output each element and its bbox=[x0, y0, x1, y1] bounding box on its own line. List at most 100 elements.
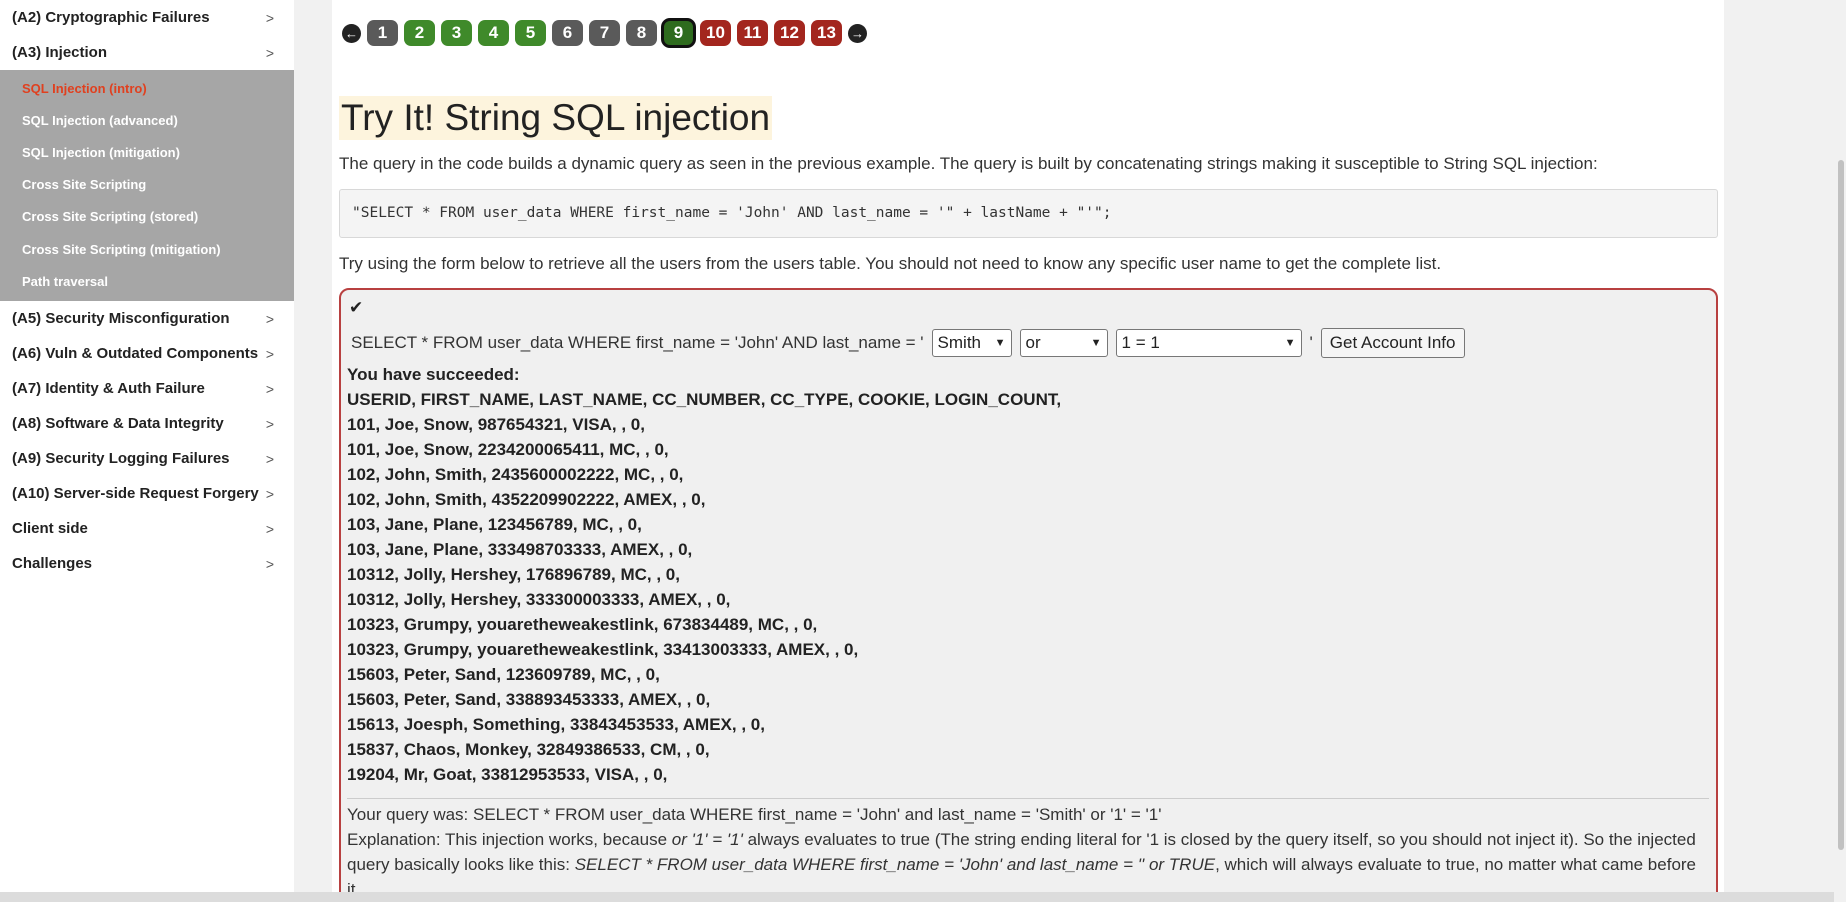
chevron-right-icon: > bbox=[265, 310, 274, 327]
chevron-down-icon: ▼ bbox=[1090, 337, 1102, 349]
page-button-7[interactable]: 7 bbox=[589, 20, 620, 46]
explanation-text: Explanation: This injection works, becau… bbox=[347, 830, 1697, 892]
result-row: 15603, Peter, Sand, 123609789, MC, , 0, bbox=[347, 665, 660, 684]
page-button-2[interactable]: 2 bbox=[404, 20, 435, 46]
result-row: 19204, Mr, Goat, 33812953533, VISA, , 0, bbox=[347, 765, 668, 784]
sidebar-item-sql-injection-advanced[interactable]: SQL Injection (advanced) bbox=[0, 104, 294, 136]
chevron-right-icon: > bbox=[265, 485, 274, 502]
query-prefix-text: SELECT * FROM user_data WHERE first_name… bbox=[351, 333, 924, 352]
chevron-right-icon: > bbox=[265, 380, 274, 397]
chevron-right-icon: > bbox=[265, 555, 274, 572]
page-button-4[interactable]: 4 bbox=[478, 20, 509, 46]
page-button-1[interactable]: 1 bbox=[367, 20, 398, 46]
sidebar-category-label: (A8) Software & Data Integrity bbox=[12, 415, 224, 433]
result-row: 102, John, Smith, 4352209902222, AMEX, ,… bbox=[347, 490, 706, 509]
page-button-3[interactable]: 3 bbox=[441, 20, 472, 46]
sidebar-category-a7-identity-auth-failure[interactable]: (A7) Identity & Auth Failure > bbox=[0, 371, 294, 406]
result-row: 101, Joe, Snow, 987654321, VISA, , 0, bbox=[347, 415, 645, 434]
result-row: 10323, Grumpy, youaretheweakestlink, 334… bbox=[347, 640, 859, 659]
sidebar-item-cross-site-scripting-mitigation[interactable]: Cross Site Scripting (mitigation) bbox=[0, 233, 294, 265]
condition-select[interactable]: 1 = 1 ▼ bbox=[1115, 329, 1302, 357]
page-button-12[interactable]: 12 bbox=[774, 20, 805, 46]
query-feedback: Your query was: SELECT * FROM user_data … bbox=[347, 802, 1707, 892]
operator-select[interactable]: or ▼ bbox=[1019, 329, 1108, 357]
result-row: 15613, Joesph, Something, 33843453533, A… bbox=[347, 715, 765, 734]
sidebar-category-label: Client side bbox=[12, 520, 88, 538]
attack-form-container: ✔ SELECT * FROM user_data WHERE first_na… bbox=[339, 288, 1718, 892]
horizontal-scrollbar[interactable] bbox=[0, 892, 1834, 902]
content-gutter-right bbox=[1724, 0, 1846, 902]
sidebar-category-label: (A7) Identity & Auth Failure bbox=[12, 380, 205, 398]
result-row: 10312, Jolly, Hershey, 176896789, MC, , … bbox=[347, 565, 680, 584]
result-header-row: USERID, FIRST_NAME, LAST_NAME, CC_NUMBER… bbox=[347, 390, 1062, 409]
chevron-right-icon: > bbox=[265, 415, 274, 432]
page-title: Try It! String SQL injection bbox=[339, 96, 773, 140]
result-row: 102, John, Smith, 2435600002222, MC, , 0… bbox=[347, 465, 684, 484]
chevron-right-icon: > bbox=[265, 44, 274, 61]
query-suffix-text: ' bbox=[1309, 333, 1313, 352]
lesson-instructions-text: Try using the form below to retrieve all… bbox=[339, 254, 1442, 273]
divider bbox=[347, 798, 1709, 799]
condition-select-value: 1 = 1 bbox=[1121, 333, 1160, 352]
page-button-6[interactable]: 6 bbox=[552, 20, 583, 46]
sidebar-category-label: Challenges bbox=[12, 555, 93, 573]
result-row: 101, Joe, Snow, 2234200065411, MC, , 0, bbox=[347, 440, 669, 459]
sidebar-category-a3-injection[interactable]: (A3) Injection > bbox=[0, 35, 294, 70]
result-row: 10312, Jolly, Hershey, 333300003333, AME… bbox=[347, 590, 731, 609]
result-output: You have succeeded: USERID, FIRST_NAME, … bbox=[347, 362, 1061, 787]
sidebar-category-challenges[interactable]: Challenges > bbox=[0, 546, 294, 581]
sidebar-category-label: (A6) Vuln & Outdated Components bbox=[12, 345, 259, 363]
attack-form: SELECT * FROM user_data WHERE first_name… bbox=[351, 328, 1465, 358]
sidebar-category-label: (A2) Cryptographic Failures bbox=[12, 9, 210, 26]
sidebar-item-path-traversal[interactable]: Path traversal bbox=[0, 265, 294, 297]
success-heading: You have succeeded: bbox=[347, 365, 520, 384]
chevron-down-icon: ▼ bbox=[1284, 337, 1296, 349]
sidebar-category-client-side[interactable]: Client side > bbox=[0, 511, 294, 546]
sidebar-category-a2-cryptographic-failures[interactable]: (A2) Cryptographic Failures > bbox=[0, 0, 294, 35]
sidebar-category-label: (A3) Injection bbox=[12, 44, 108, 61]
chevron-right-icon: > bbox=[265, 9, 274, 26]
sidebar-item-sql-injection-mitigation[interactable]: SQL Injection (mitigation) bbox=[0, 136, 294, 168]
page-button-8[interactable]: 8 bbox=[626, 20, 657, 46]
sidebar-category-label: (A10) Server-side Request Forgery bbox=[12, 485, 259, 503]
check-icon: ✔ bbox=[349, 298, 364, 317]
arrow-right-icon[interactable]: → bbox=[848, 23, 867, 43]
chevron-right-icon: > bbox=[265, 450, 274, 467]
chevron-down-icon: ▼ bbox=[994, 337, 1006, 349]
sidebar: (A2) Cryptographic Failures > (A3) Injecti… bbox=[0, 0, 294, 902]
sidebar-category-a9-security-logging-failures[interactable]: (A9) Security Logging Failures > bbox=[0, 441, 294, 476]
sidebar-category-a5-security-misconfiguration[interactable]: (A5) Security Misconfiguration > bbox=[0, 301, 294, 336]
page-button-9[interactable]: 9 bbox=[661, 18, 696, 48]
page-button-10[interactable]: 10 bbox=[700, 20, 731, 46]
chevron-right-icon: > bbox=[265, 345, 274, 362]
code-snippet: "SELECT * FROM user_data WHERE first_nam… bbox=[339, 189, 1718, 238]
page-button-11[interactable]: 11 bbox=[737, 20, 768, 46]
scrollbar-thumb[interactable] bbox=[1838, 160, 1844, 850]
result-row: 15603, Peter, Sand, 338893453333, AMEX, … bbox=[347, 690, 711, 709]
sidebar-item-cross-site-scripting-stored[interactable]: Cross Site Scripting (stored) bbox=[0, 201, 294, 233]
content-gutter-left bbox=[294, 0, 332, 902]
sidebar-category-a8-software-data-integrity[interactable]: (A8) Software & Data Integrity > bbox=[0, 406, 294, 441]
arrow-left-icon[interactable]: ← bbox=[342, 23, 361, 43]
operator-select-value: or bbox=[1025, 333, 1041, 352]
chevron-right-icon: > bbox=[265, 520, 274, 537]
executed-query-text: Your query was: SELECT * FROM user_data … bbox=[347, 805, 1162, 824]
sidebar-item-cross-site-scripting[interactable]: Cross Site Scripting bbox=[0, 169, 294, 201]
lesson-content: ← 1 2 3 4 5 6 7 8 9 10 11 12 13 → Try It! String SQL i… bbox=[332, 0, 1724, 892]
result-row: 103, Jane, Plane, 123456789, MC, , 0, bbox=[347, 515, 642, 534]
sidebar-item-sql-injection-intro[interactable]: SQL Injection (intro) bbox=[0, 72, 294, 104]
sidebar-category-a6-vuln-outdated-components[interactable]: (A6) Vuln & Outdated Components > bbox=[0, 336, 294, 371]
get-account-info-button[interactable]: Get Account Info bbox=[1320, 328, 1465, 358]
result-row: 103, Jane, Plane, 333498703333, AMEX, , … bbox=[347, 540, 693, 559]
page-button-5[interactable]: 5 bbox=[515, 20, 546, 46]
lesson-pager: ← 1 2 3 4 5 6 7 8 9 10 11 12 13 → bbox=[342, 18, 867, 48]
sidebar-category-a10-server-side-request-forgery[interactable]: (A10) Server-side Request Forgery > bbox=[0, 476, 294, 511]
page-button-13[interactable]: 13 bbox=[811, 20, 842, 46]
last-name-select-value: Smith bbox=[937, 333, 982, 352]
injection-submenu: SQL Injection (intro) SQL Injection (adva… bbox=[0, 70, 294, 302]
sidebar-category-label: (A5) Security Misconfiguration bbox=[12, 310, 230, 328]
lesson-intro-text: The query in the code builds a dynamic q… bbox=[339, 154, 1598, 173]
result-row: 10323, Grumpy, youaretheweakestlink, 673… bbox=[347, 615, 818, 634]
result-row: 15837, Chaos, Monkey, 32849386533, CM, ,… bbox=[347, 740, 710, 759]
last-name-select[interactable]: Smith ▼ bbox=[931, 329, 1012, 357]
